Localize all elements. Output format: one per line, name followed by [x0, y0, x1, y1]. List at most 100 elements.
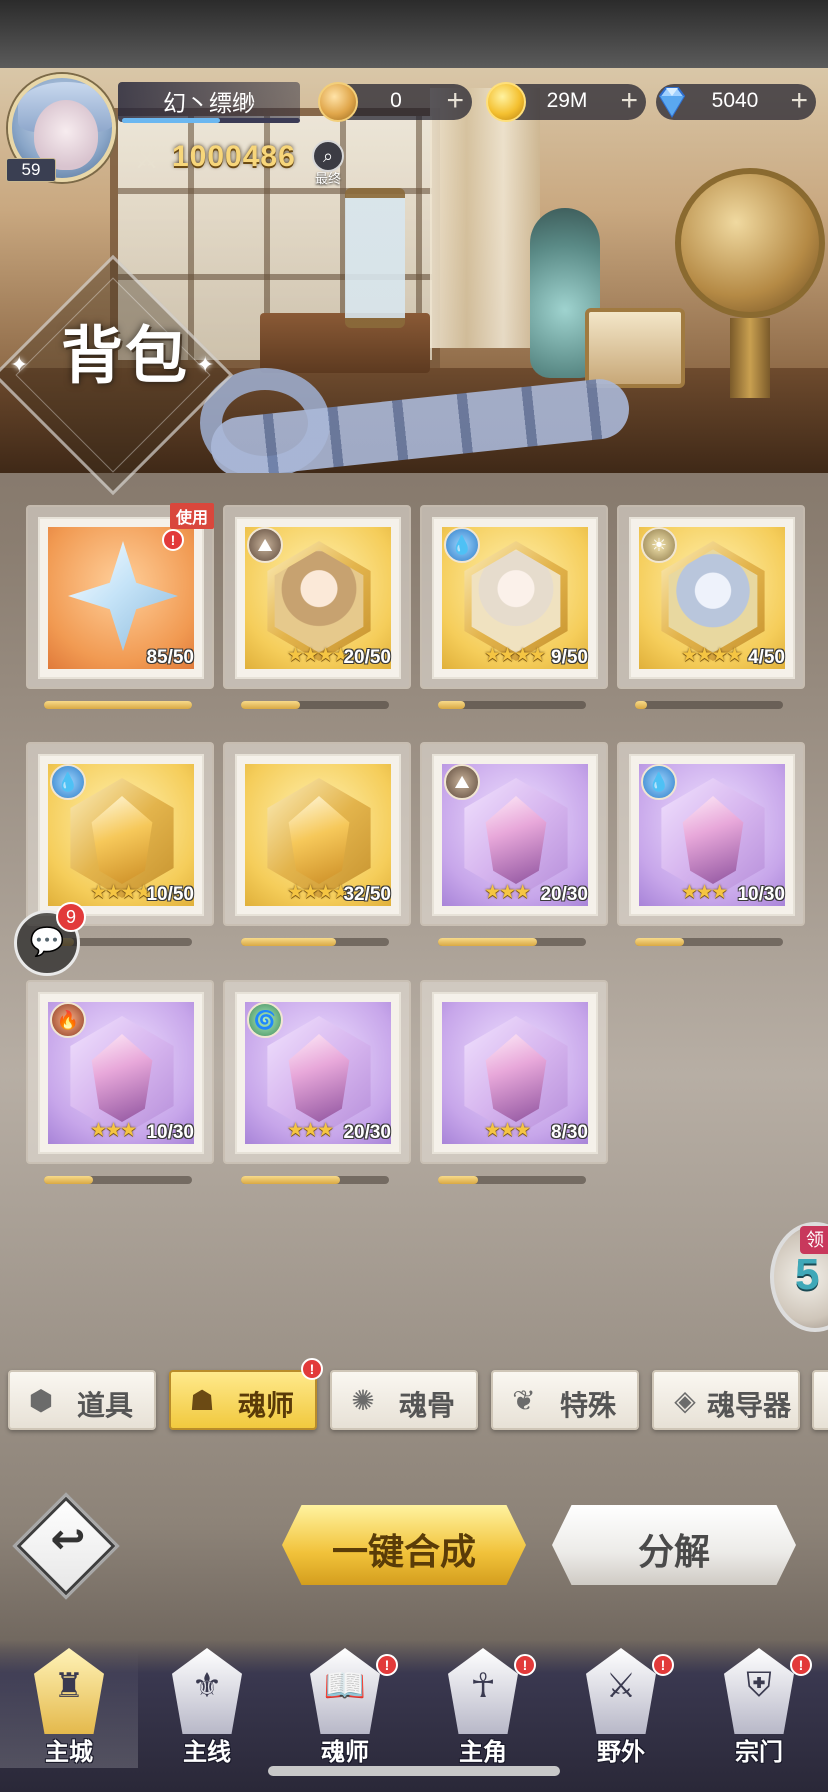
item-progress-fill: [438, 938, 538, 946]
tab-soul-bone[interactable]: ✺ 魂骨: [330, 1370, 478, 1430]
nav-item-book[interactable]: 📖 魂师!: [276, 1648, 414, 1768]
item-progress-fill: [44, 1176, 93, 1184]
item-progress-fill: [241, 701, 301, 709]
item-count: 20/30: [343, 1122, 391, 1143]
item-progress-bar: [44, 1176, 192, 1184]
item-count: 20/50: [343, 647, 391, 668]
inventory-item[interactable]: ⛰ ★★★ 20/30: [420, 742, 610, 968]
add-diamond-button[interactable]: +: [790, 84, 808, 118]
item-count: 8/30: [551, 1122, 588, 1143]
item-progress-fill: [438, 701, 465, 709]
side-reward-number: 5: [795, 1250, 820, 1299]
player-name: 幻丶缥缈: [163, 90, 255, 116]
item-slot: ☀ ★★★★ 4/50: [617, 505, 805, 689]
globe-stand-decor: [730, 318, 770, 398]
nav-item-hero[interactable]: ☥ 主角!: [414, 1648, 552, 1768]
nav-label: 魂师: [321, 1739, 369, 1766]
hero-icon: ☥: [470, 1667, 496, 1705]
alert-icon: !: [652, 1654, 674, 1676]
add-gold-button[interactable]: +: [620, 84, 638, 118]
currency-value: 29M: [546, 89, 588, 112]
item-progress-bar: [438, 701, 586, 709]
item-progress-fill: [241, 938, 336, 946]
tab-label: 魂师: [237, 1390, 294, 1421]
tab-item[interactable]: ⬢ 道具: [8, 1370, 156, 1430]
add-coin-button[interactable]: +: [446, 84, 464, 118]
exp-bar: [122, 118, 300, 123]
tab-soul-master[interactable]: ☗ 魂师!: [169, 1358, 323, 1430]
item-slot: 🔥 ★★★ 10/30: [26, 980, 214, 1164]
alert-icon: !: [162, 529, 184, 551]
tab-soul-device[interactable]: ◈ 魂导器: [652, 1370, 800, 1430]
item-count: 20/30: [540, 884, 588, 905]
item-progress-bar: [241, 701, 389, 709]
star-rating: ★★★★: [90, 882, 152, 903]
alert-icon: !: [514, 1654, 536, 1676]
use-tag[interactable]: 使用: [169, 503, 214, 529]
inventory-item[interactable]: 🔥 ★★★ 10/30: [26, 980, 216, 1206]
item-frame: ⛰ ★★★ 20/30: [432, 754, 598, 916]
merge-all-label: 一键合成: [331, 1531, 476, 1572]
nav-item-castle[interactable]: ♜ 主城: [0, 1648, 138, 1768]
item-progress-fill: [438, 1176, 478, 1184]
item-frame: 💧 ★★★★ 9/50: [432, 517, 598, 679]
item-slot: 💧 ★★★★ 10/50: [26, 742, 214, 926]
item-count: 10/30: [146, 1122, 194, 1143]
currency-value: 0: [390, 89, 402, 112]
level-badge: 59: [6, 158, 56, 182]
inventory-item[interactable]: 85/50 使用!: [26, 503, 216, 731]
inventory-item[interactable]: 🌀 ★★★ 20/30: [223, 980, 413, 1206]
power-value: 1000486: [172, 140, 296, 173]
inventory-item[interactable]: 💧 ★★★ 10/30: [617, 742, 807, 968]
wind-element-icon: 🌀: [247, 1002, 283, 1038]
currency-diamond: 5040 +: [656, 84, 816, 120]
star-rating: ★★★★: [681, 645, 743, 666]
fire-element-icon: 🔥: [50, 1002, 86, 1038]
inventory-item[interactable]: ☀ ★★★★ 4/50: [617, 505, 807, 731]
tab-label: 道具: [76, 1390, 133, 1421]
tab-feather[interactable]: ❦ 特殊: [491, 1370, 639, 1430]
hourglass-decor: [345, 188, 405, 328]
nav-item-wild[interactable]: ⚔ 野外!: [552, 1648, 690, 1768]
item-slot: 💧 ★★★★ 9/50: [420, 505, 608, 689]
item-frame: ★★★ 8/30: [432, 992, 598, 1154]
star-rating: ★★★: [287, 1120, 334, 1141]
coin-icon: [318, 82, 358, 122]
item-progress-fill: [635, 701, 647, 709]
star-rating: ★★★: [484, 882, 531, 903]
exp-fill: [122, 118, 220, 123]
soul-device-icon: ◈: [674, 1385, 696, 1416]
currency-gold: 29M +: [486, 82, 646, 122]
inventory-item[interactable]: ★★★ 8/30: [420, 980, 610, 1206]
item-frame: ☀ ★★★★ 4/50: [629, 517, 795, 679]
item-slot: ⛰ ★★★★ 20/50: [223, 505, 411, 689]
star-rating: ★★★★: [287, 645, 349, 666]
item-count: 9/50: [551, 647, 588, 668]
nav-item-sect[interactable]: ⛨ 宗门!: [690, 1648, 828, 1768]
item-slot: ★★★★ 32/50: [223, 742, 411, 926]
inventory-item[interactable]: 💧 ★★★★ 9/50: [420, 505, 610, 731]
nav-label: 主角: [459, 1739, 507, 1766]
star-rating: ★★★: [484, 1120, 531, 1141]
item-frame: 🌀 ★★★ 20/30: [235, 992, 401, 1154]
globe-decor: [675, 168, 825, 318]
item-frame: ★★★★ 32/50: [235, 754, 401, 916]
item-progress-bar: [438, 938, 586, 946]
nav-label: 主城: [45, 1739, 93, 1766]
nav-item-mainline[interactable]: ⚜ 主线: [138, 1648, 276, 1768]
inventory-item[interactable]: ★★★★ 32/50: [223, 742, 413, 968]
diamond-icon: [652, 82, 692, 122]
item-progress-bar: [635, 701, 783, 709]
sect-icon: ⛨: [746, 1666, 772, 1704]
tab-label: 特殊: [559, 1390, 616, 1421]
gold-coin-icon: [486, 82, 526, 122]
chat-unread-badge: 9: [56, 902, 86, 932]
nav-label: 主线: [183, 1739, 231, 1766]
rank-button[interactable]: ⌕ 最终: [308, 140, 348, 186]
feather-icon: ❦: [512, 1385, 536, 1416]
inventory-item[interactable]: ⛰ ★★★★ 20/50: [223, 505, 413, 731]
item-count: 32/50: [343, 884, 391, 905]
nav-label: 宗门: [735, 1739, 783, 1766]
tab-overflow[interactable]: [812, 1370, 828, 1430]
light-element-icon: ☀: [641, 527, 677, 563]
